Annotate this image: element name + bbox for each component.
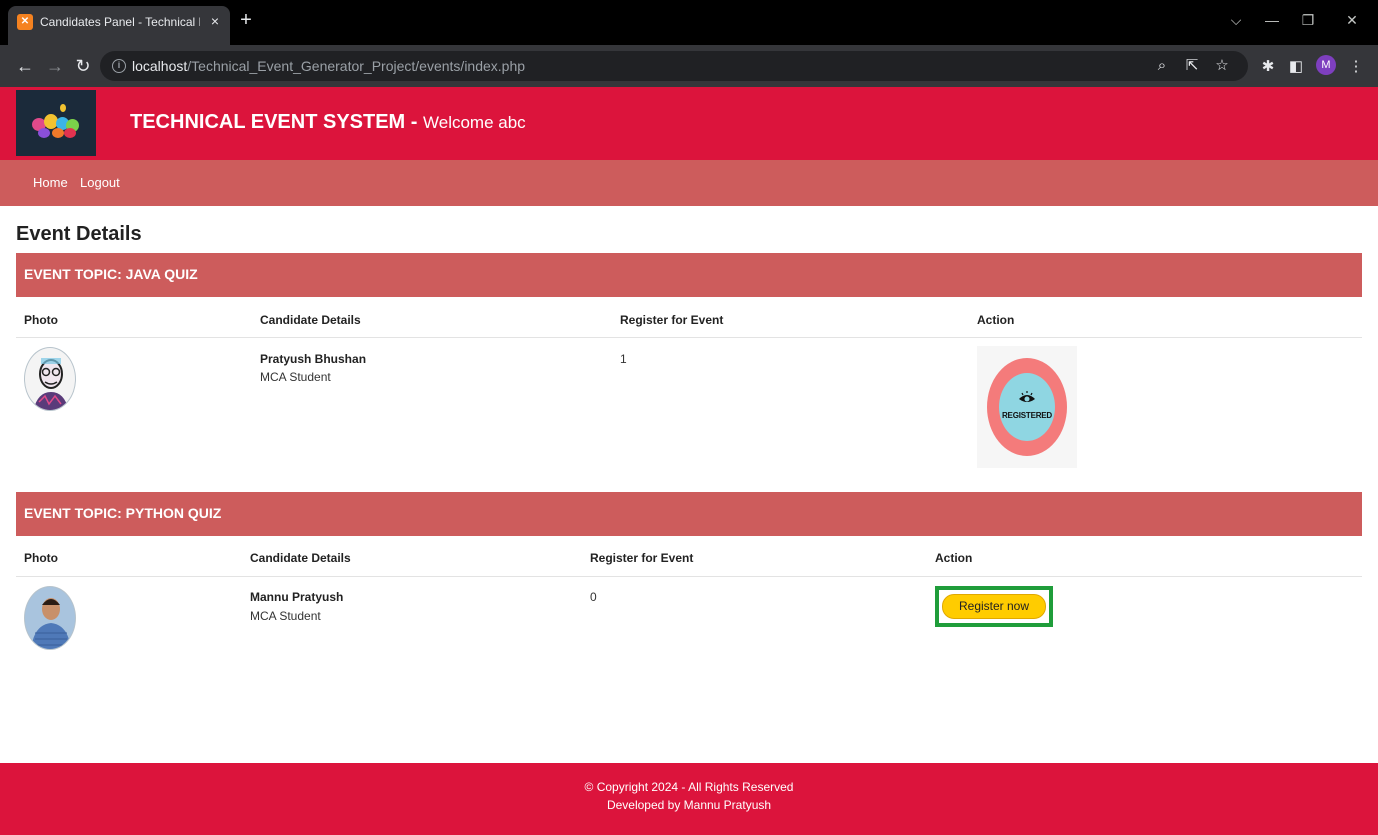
profile-avatar[interactable]: M — [1316, 55, 1336, 75]
minimize-icon[interactable]: — — [1262, 10, 1282, 30]
event-topic-bar: EVENT TOPIC: PYTHON QUIZ — [16, 492, 1362, 536]
site-logo[interactable] — [16, 90, 96, 156]
reload-icon[interactable]: ↻ — [72, 55, 94, 77]
column-header-action: Action — [977, 313, 1015, 327]
welcome-text: Welcome abc — [423, 113, 526, 132]
candidate-role: MCA Student — [250, 609, 321, 623]
site-title: TECHNICAL EVENT SYSTEM - Welcome abc — [130, 111, 526, 133]
main-nav: Home Logout — [0, 160, 1378, 206]
column-header-action: Action — [935, 551, 973, 565]
restore-icon[interactable]: ❐ — [1298, 10, 1318, 30]
side-panel-icon[interactable]: ◧ — [1286, 57, 1306, 77]
browser-toolbar: ← → ↻ i localhost/Technical_Event_Genera… — [0, 45, 1378, 87]
footer-developer: Developed by Mannu Pratyush — [606, 798, 772, 812]
tab-close-icon[interactable]: × — [207, 13, 223, 29]
candidate-name: Mannu Pratyush — [250, 590, 344, 604]
registered-badge-label: REGISTERED — [1001, 411, 1052, 420]
column-header-photo: Photo — [24, 313, 58, 327]
close-window-icon[interactable]: ✕ — [1342, 10, 1362, 30]
registered-badge: REGISTERED — [977, 346, 1077, 468]
candidate-role: MCA Student — [260, 370, 331, 384]
footer-copyright: © Copyright 2024 - All Rights Reserved — [584, 780, 794, 794]
nav-logout-link[interactable]: Logout — [80, 175, 120, 190]
table-divider — [16, 576, 1362, 577]
column-header-candidate: Candidate Details — [260, 313, 361, 327]
address-bar[interactable]: i localhost/Technical_Event_Generator_Pr… — [100, 51, 1248, 81]
tab-title: Candidates Panel - Technical Eve — [40, 15, 200, 29]
site-footer: © Copyright 2024 - All Rights Reserved D… — [0, 763, 1378, 835]
register-button-highlight: Register now — [935, 586, 1053, 627]
eye-icon — [1019, 391, 1035, 402]
candidate-photo — [24, 586, 76, 650]
back-icon[interactable]: ← — [14, 55, 36, 77]
event-topic-title: EVENT TOPIC: JAVA QUIZ — [24, 266, 198, 282]
forward-icon[interactable]: → — [44, 55, 66, 77]
register-count: 0 — [590, 590, 597, 604]
register-count: 1 — [620, 352, 627, 366]
new-tab-icon[interactable]: + — [236, 10, 256, 30]
extensions-icon[interactable]: ✱ — [1258, 57, 1278, 77]
url-text: localhost/Technical_Event_Generator_Proj… — [132, 58, 526, 74]
site-info-icon[interactable]: i — [112, 59, 126, 73]
xampp-favicon-icon: ✕ — [17, 14, 33, 30]
register-now-button[interactable]: Register now — [942, 594, 1046, 619]
column-header-candidate: Candidate Details — [250, 551, 351, 565]
zoom-icon[interactable]: ⌕ — [1152, 56, 1172, 76]
bookmark-star-icon[interactable]: ☆ — [1212, 56, 1232, 76]
table-divider — [16, 337, 1362, 338]
event-topic-title: EVENT TOPIC: PYTHON QUIZ — [24, 505, 222, 521]
menu-icon[interactable]: ⋮ — [1346, 57, 1366, 77]
share-icon[interactable]: ⇱ — [1182, 56, 1202, 76]
browser-tabstrip: ✕ Candidates Panel - Technical Eve × + ⌵… — [0, 0, 1378, 45]
column-header-register: Register for Event — [620, 313, 724, 327]
candidate-photo — [24, 347, 76, 411]
candidate-name: Pratyush Bhushan — [260, 352, 367, 366]
site-header: TECHNICAL EVENT SYSTEM - Welcome abc — [0, 87, 1378, 160]
nav-home-link[interactable]: Home — [33, 175, 68, 190]
page-title: Event Details — [16, 223, 142, 245]
column-header-register: Register for Event — [590, 551, 694, 565]
event-topic-bar: EVENT TOPIC: JAVA QUIZ — [16, 253, 1362, 297]
browser-tab[interactable]: ✕ Candidates Panel - Technical Eve × — [8, 6, 230, 45]
column-header-photo: Photo — [24, 551, 58, 565]
tab-search-icon[interactable]: ⌵ — [1226, 10, 1246, 30]
